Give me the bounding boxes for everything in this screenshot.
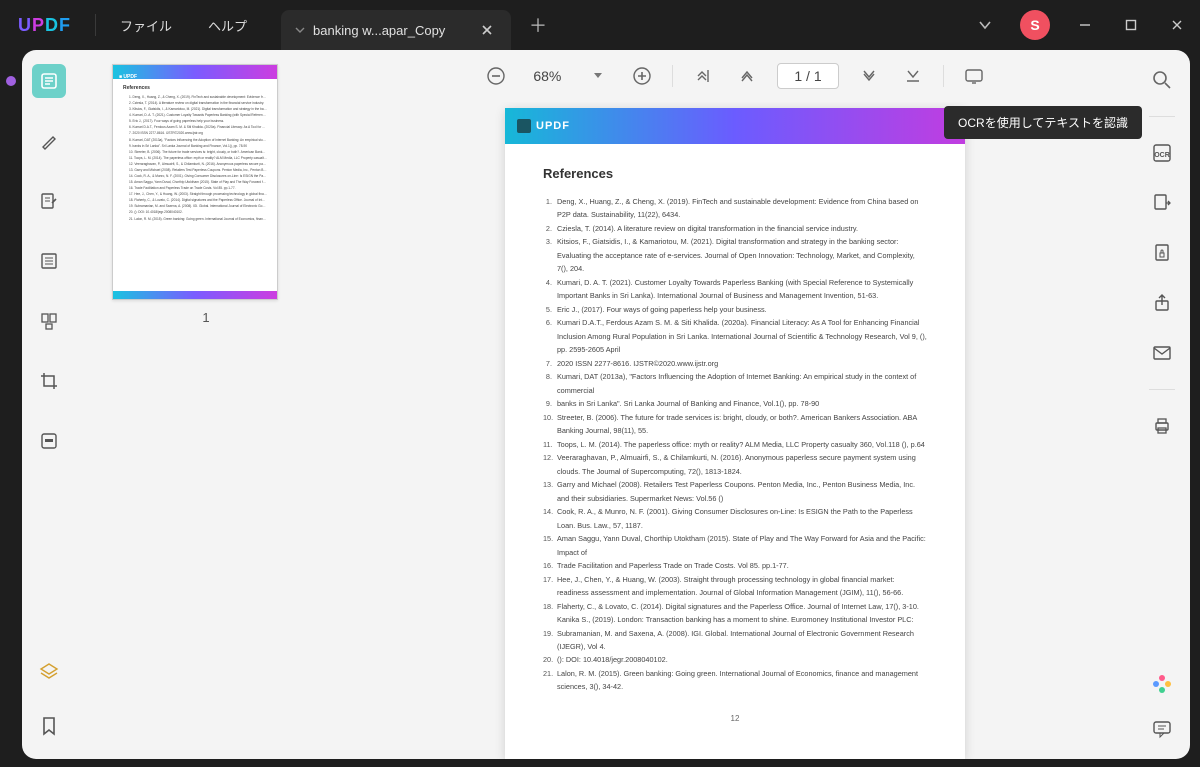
titlebar: UPDF ファイル ヘルプ banking w...apar_Copy ＋ S [0,0,1200,50]
zoom-in-button[interactable] [628,62,656,90]
references-heading: References [543,166,927,181]
last-page-button[interactable] [899,62,927,90]
page-number: 12 [505,704,965,731]
reader-tool[interactable] [32,64,66,98]
next-page-button[interactable] [855,62,883,90]
bookmarks-tool[interactable] [32,709,66,743]
crop-tool[interactable] [32,364,66,398]
prev-page-button[interactable] [733,62,761,90]
document-viewport[interactable]: UPDF References 1.Deng, X., Huang, Z., &… [336,102,1134,759]
search-button[interactable] [1148,66,1176,94]
reference-item: 1.Deng, X., Huang, Z., & Cheng, X. (2019… [543,195,927,222]
reference-item: 4.Kumari, D. A. T. (2021). Customer Loya… [543,276,927,303]
page-input[interactable]: 1 / 1 [777,63,838,89]
protect-button[interactable] [1148,239,1176,267]
zoom-out-button[interactable] [482,62,510,90]
ai-assistant-button[interactable] [1151,673,1173,695]
right-toolbar: OCR OCRを使用してテキストを認識 [1134,50,1190,759]
thumbnail-panel: ■ UPDF References 1. Deng, X., Huang, Z.… [76,50,336,759]
page-indicator-dot [6,76,16,86]
reference-item: 12.Veeraraghavan, P., Almuairfi, S., & C… [543,451,927,478]
tabs-overflow-button[interactable] [962,20,1008,30]
organize-tool[interactable] [32,304,66,338]
reference-item: 3.Kitsios, F., Giatsidis, I., & Kamariot… [543,235,927,275]
document-tab[interactable]: banking w...apar_Copy [281,10,511,50]
svg-text:OCR: OCR [1154,152,1170,159]
tab-dropdown-icon [295,25,305,35]
email-button[interactable] [1148,339,1176,367]
reference-item: 17.Hee, J., Chen, Y., & Huang, W. (2003)… [543,573,927,600]
menu-file[interactable]: ファイル [102,16,190,35]
references-list: 1.Deng, X., Huang, Z., & Cheng, X. (2019… [543,195,927,694]
user-avatar[interactable]: S [1020,10,1050,40]
view-toolbar: 68% 1 / 1 [336,50,1134,102]
reference-item: 18.Flaherty, C., & Lovato, C. (2014). Di… [543,600,927,627]
reference-item: 15.Aman Saggu, Yann Duval, Chorthip Utok… [543,532,927,559]
reference-item: 14.Cook, R. A., & Munro, N. F. (2001). G… [543,505,927,532]
workspace: ■ UPDF References 1. Deng, X., Huang, Z.… [22,50,1190,759]
reference-item: 21.Lalon, R. M. (2015). Green banking: G… [543,667,927,694]
left-toolbar [22,50,76,759]
convert-button[interactable] [1148,189,1176,217]
menu-help[interactable]: ヘルプ [190,16,265,35]
reference-item: 8.Kumari, DAT (2013a), "Factors Influenc… [543,370,927,397]
tab-title: banking w...apar_Copy [305,23,477,38]
main-column: 68% 1 / 1 UPDF References 1.Deng, X., Hu… [336,50,1134,759]
highlighter-tool[interactable] [32,124,66,158]
zoom-level: 68% [526,68,568,84]
reference-item: 16.Trade Facilitation and Paperless Trad… [543,559,927,572]
share-button[interactable] [1148,289,1176,317]
ocr-button[interactable]: OCR [1148,139,1176,167]
thumbnail-page-number: 1 [112,310,300,325]
reference-item: 9.banks in Sri Lanka". Sri Lanka Journal… [543,397,927,410]
maximize-button[interactable] [1108,5,1154,45]
close-window-button[interactable] [1154,5,1200,45]
comments-button[interactable] [1148,715,1176,743]
print-button[interactable] [1148,412,1176,440]
page-thumbnail[interactable]: ■ UPDF References 1. Deng, X., Huang, Z.… [112,64,278,300]
reference-item: 7.2020 ISSN 2277-8616. IJSTR©2020.www.ij… [543,357,927,370]
reference-item: 6.Kumari D.A.T., Ferdous Azam S. M. & Si… [543,316,927,356]
redact-tool[interactable] [32,424,66,458]
document-page: UPDF References 1.Deng, X., Huang, Z., &… [505,108,965,759]
new-tab-button[interactable]: ＋ [511,12,565,38]
presentation-button[interactable] [960,62,988,90]
page-manager-tool[interactable] [32,244,66,278]
minimize-button[interactable] [1062,5,1108,45]
tab-close-button[interactable] [477,20,497,40]
edit-text-tool[interactable] [32,184,66,218]
ocr-tooltip: OCRを使用してテキストを認識 [944,106,1142,139]
reference-item: 19.Subramanian, M. and Saxena, A. (2008)… [543,627,927,654]
zoom-dropdown[interactable] [584,62,612,90]
reference-item: 2.Cziesla, T. (2014). A literature revie… [543,222,927,235]
layers-tool[interactable] [32,655,66,689]
first-page-button[interactable] [689,62,717,90]
reference-item: 5.Eric J., (2017). Four ways of going pa… [543,303,927,316]
reference-item: 11.Toops, L. M. (2014). The paperless of… [543,438,927,451]
reference-item: 10.Streeter, B. (2006). The future for t… [543,411,927,438]
reference-item: 20.(): DOI: 10.4018/jegr.2008040102. [543,653,927,666]
app-logo: UPDF [0,15,89,36]
reference-item: 13.Garry and Michael (2008). Retailers T… [543,478,927,505]
